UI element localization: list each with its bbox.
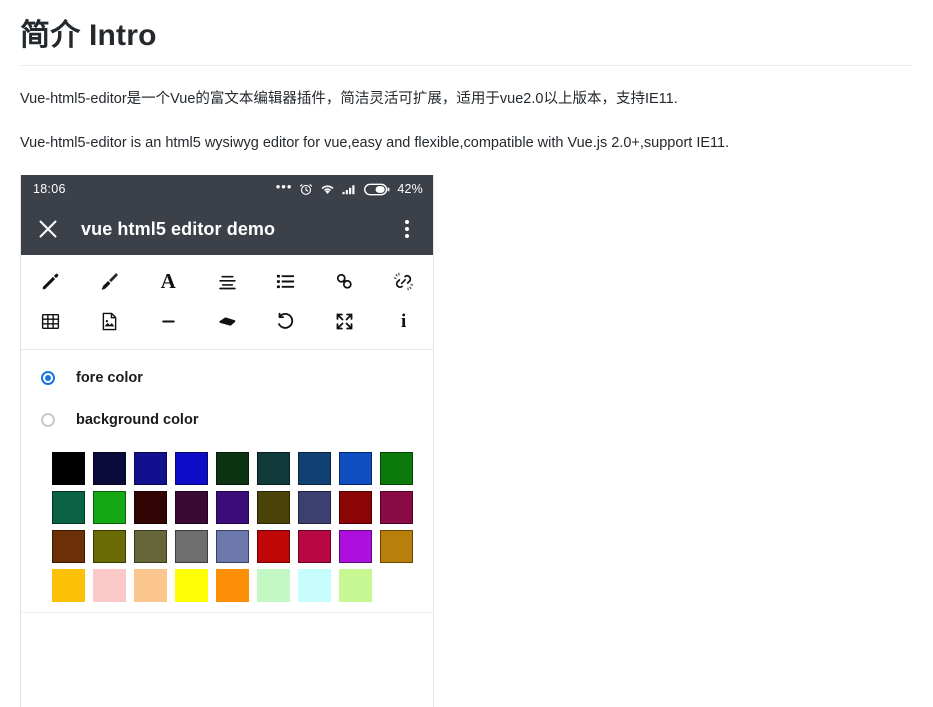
- color-swatch[interactable]: [339, 569, 372, 602]
- overflow-menu-icon[interactable]: [395, 216, 419, 242]
- radio-label-fore-color: fore color: [76, 370, 143, 386]
- color-swatch[interactable]: [380, 491, 413, 524]
- color-swatch[interactable]: [175, 530, 208, 563]
- color-swatch[interactable]: [175, 452, 208, 485]
- toolbar-row-1: A: [21, 261, 433, 301]
- color-swatch[interactable]: [175, 569, 208, 602]
- color-swatch[interactable]: [134, 569, 167, 602]
- pencil-icon[interactable]: [21, 261, 80, 301]
- more-dots-icon: •••: [275, 178, 293, 194]
- signal-bars-icon: [342, 185, 355, 195]
- color-swatch[interactable]: [134, 491, 167, 524]
- color-swatch[interactable]: [298, 530, 331, 563]
- radio-option-background-color[interactable]: background color: [21, 406, 433, 434]
- editor-content-area[interactable]: [20, 612, 434, 707]
- phone-status-bar: 18:06 ••• 42%: [21, 175, 433, 203]
- color-swatch[interactable]: [93, 491, 126, 524]
- color-swatch[interactable]: [216, 530, 249, 563]
- font-icon[interactable]: A: [139, 261, 198, 301]
- link-icon[interactable]: [315, 261, 374, 301]
- brush-icon[interactable]: [80, 261, 139, 301]
- page-title-latin: Intro: [88, 19, 157, 52]
- color-swatch[interactable]: [52, 569, 85, 602]
- alarm-clock-icon: [300, 184, 313, 195]
- color-swatch[interactable]: [298, 452, 331, 485]
- horizontal-rule-icon[interactable]: [139, 301, 198, 341]
- image-icon[interactable]: [80, 301, 139, 341]
- color-swatch[interactable]: [298, 569, 331, 602]
- status-clock: 18:06: [33, 182, 66, 196]
- color-swatch[interactable]: [52, 491, 85, 524]
- battery-icon: [364, 183, 390, 195]
- info-icon[interactable]: i: [374, 301, 433, 341]
- color-swatch[interactable]: [380, 452, 413, 485]
- phone-mockup: 18:06 ••• 42% vue html5 editor demo A i …: [20, 175, 434, 626]
- align-center-icon[interactable]: [198, 261, 257, 301]
- editor-toolbar: A i: [21, 255, 433, 350]
- intro-paragraph-en: Vue-html5-editor is an html5 wysiwyg edi…: [20, 135, 730, 152]
- color-picker-module: fore color background color: [21, 350, 433, 625]
- color-swatch[interactable]: [380, 530, 413, 563]
- color-swatch[interactable]: [93, 569, 126, 602]
- phone-title-bar: vue html5 editor demo: [21, 203, 433, 255]
- eraser-icon[interactable]: [198, 301, 257, 341]
- color-swatch[interactable]: [257, 530, 290, 563]
- radio-mark-background-color: [41, 413, 55, 427]
- list-icon[interactable]: [256, 261, 315, 301]
- color-swatch[interactable]: [134, 530, 167, 563]
- color-swatch[interactable]: [339, 530, 372, 563]
- color-swatch[interactable]: [175, 491, 208, 524]
- radio-label-background-color: background color: [76, 412, 199, 428]
- app-title: vue html5 editor demo: [81, 218, 276, 239]
- color-swatch[interactable]: [93, 452, 126, 485]
- color-swatch[interactable]: [339, 452, 372, 485]
- color-swatch-grid: [21, 452, 433, 608]
- color-swatch[interactable]: [298, 491, 331, 524]
- color-swatch[interactable]: [216, 452, 249, 485]
- unlink-icon[interactable]: [374, 261, 433, 301]
- color-swatch[interactable]: [257, 491, 290, 524]
- fullscreen-icon[interactable]: [315, 301, 374, 341]
- status-icons-group: ••• 42%: [275, 178, 423, 197]
- page-root: 简介 Intro Vue-html5-editor是一个Vue的富文本编辑器插件…: [0, 18, 933, 707]
- radio-mark-fore-color: [41, 371, 55, 385]
- color-swatch[interactable]: [257, 569, 290, 602]
- undo-icon[interactable]: [256, 301, 315, 341]
- color-swatch[interactable]: [339, 491, 372, 524]
- page-title: 简介 Intro: [20, 18, 913, 66]
- color-swatch[interactable]: [257, 452, 290, 485]
- color-swatch[interactable]: [93, 530, 126, 563]
- battery-percent-label: 42%: [397, 182, 423, 196]
- radio-option-fore-color[interactable]: fore color: [21, 364, 433, 392]
- table-icon[interactable]: [21, 301, 80, 341]
- color-swatch[interactable]: [216, 569, 249, 602]
- color-swatch[interactable]: [52, 452, 85, 485]
- color-swatch[interactable]: [134, 452, 167, 485]
- toolbar-row-2: i: [21, 301, 433, 341]
- intro-paragraph-zh: Vue-html5-editor是一个Vue的富文本编辑器插件，简洁灵活可扩展，…: [20, 91, 678, 107]
- wifi-icon: [321, 185, 334, 194]
- page-title-cjk: 简介: [20, 18, 81, 53]
- close-icon[interactable]: [33, 214, 63, 244]
- color-swatch[interactable]: [216, 491, 249, 524]
- color-swatch[interactable]: [52, 530, 85, 563]
